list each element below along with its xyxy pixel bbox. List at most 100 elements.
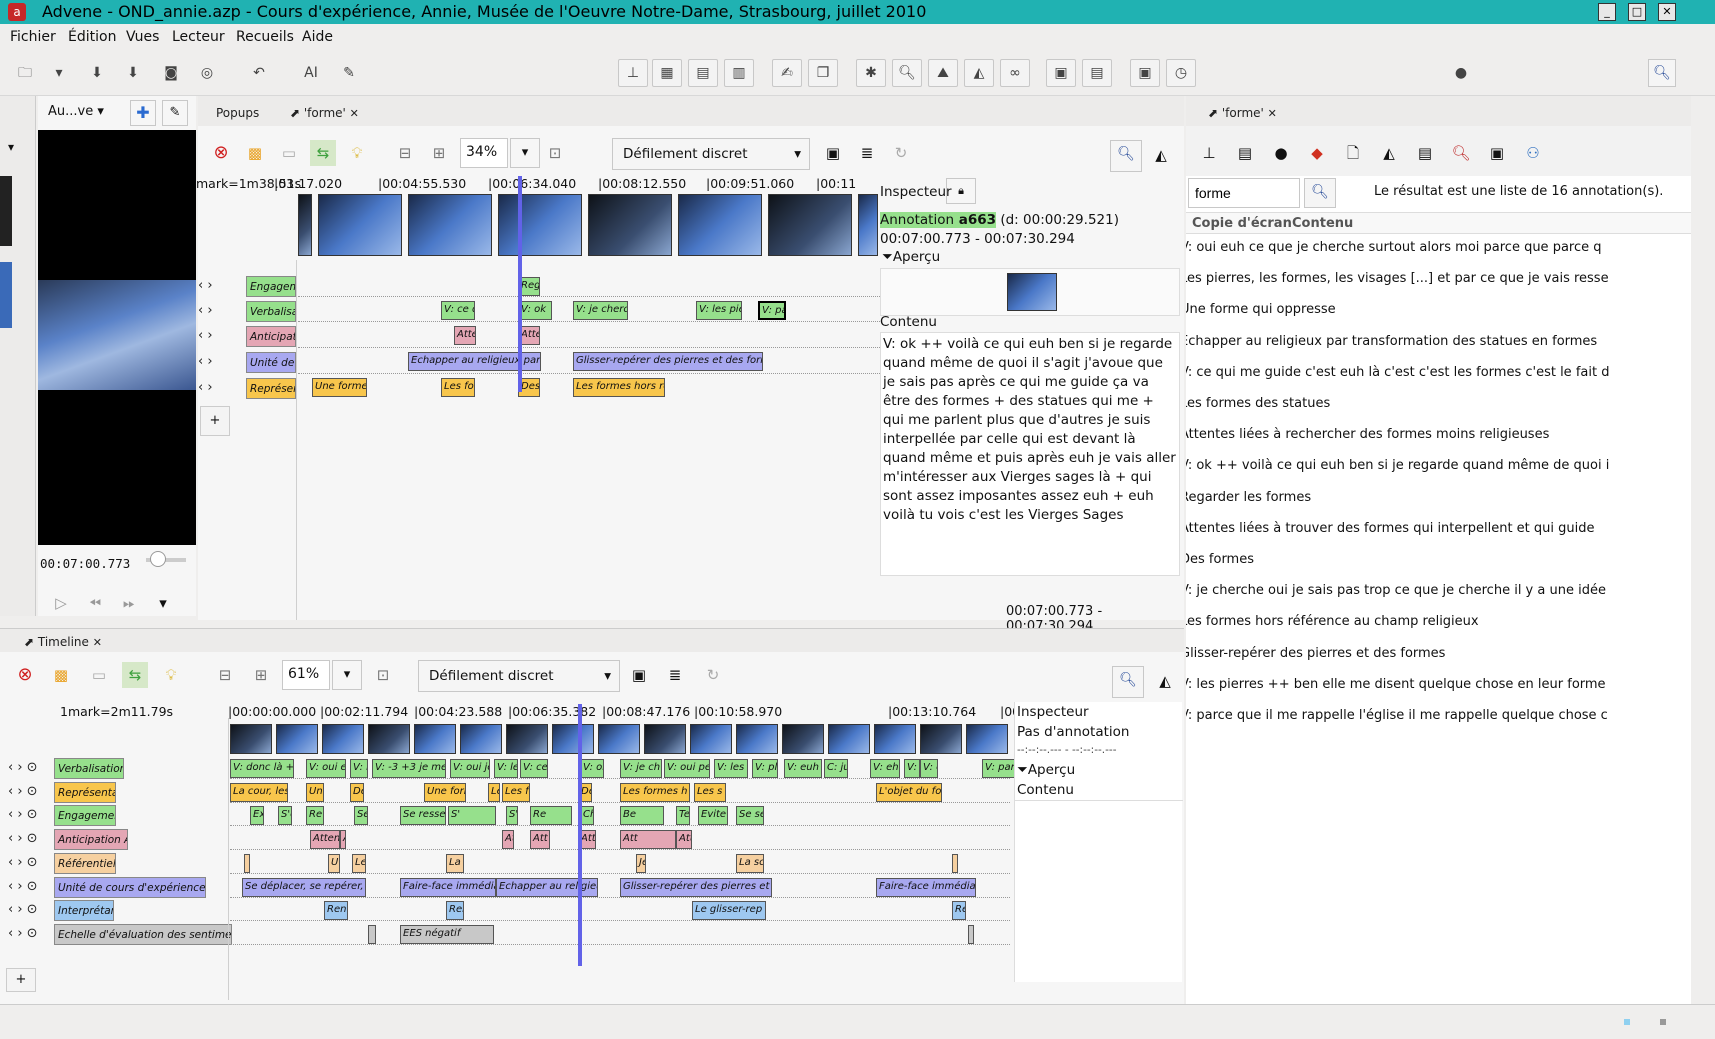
chevron-down-icon[interactable]: ▾: [510, 138, 540, 168]
row-label[interactable]: Anticipation A: [54, 829, 128, 851]
annotation[interactable]: Rer: [446, 901, 464, 921]
edit-view-icon[interactable]: ✎: [162, 100, 188, 126]
row-label[interactable]: Anticipati: [246, 326, 296, 347]
loop-icon[interactable]: ⇆: [122, 662, 148, 688]
video-player[interactable]: [38, 130, 196, 545]
annotation[interactable]: Cherche: [580, 806, 594, 826]
add-row-button[interactable]: +: [6, 968, 36, 992]
annotation[interactable]: V: ce q: [441, 301, 475, 320]
list-item[interactable]: Attentes liées à trouver des formes qui …: [1186, 515, 1595, 545]
python-icon[interactable]: ⚇: [1520, 140, 1546, 166]
col-content[interactable]: Contenu: [1292, 216, 1353, 231]
annotation[interactable]: V: oui pe: [664, 759, 710, 778]
book-icon[interactable]: ❐: [808, 59, 838, 87]
content-textarea[interactable]: V: ok ++ voilà ce qui euh ben si je rega…: [880, 332, 1180, 576]
row-label[interactable]: Verbalisations: [54, 758, 124, 779]
view-selector[interactable]: Au...ve ▾: [48, 104, 104, 119]
annotation-marker[interactable]: [968, 924, 974, 944]
zoom-in-icon[interactable]: ⊞: [248, 662, 274, 688]
menu-fichier[interactable]: Fichier: [10, 29, 56, 45]
screenshot-icon[interactable]: ▣: [626, 662, 652, 688]
transcription-icon[interactable]: ▤: [688, 59, 718, 87]
close-tab-icon[interactable]: ✕: [1268, 107, 1277, 120]
rectangle-icon[interactable]: ▭: [86, 662, 112, 688]
annotation[interactable]: Ren: [324, 901, 348, 921]
zoom-field[interactable]: 61%: [282, 660, 330, 690]
annotation[interactable]: Echapper au religieu: [496, 877, 598, 897]
apercu-toggle[interactable]: ⏷Aperçu: [882, 249, 940, 265]
annotation[interactable]: U: [328, 853, 340, 873]
split-icon[interactable]: ◭: [1152, 668, 1178, 694]
menu-recueils[interactable]: Recueils: [236, 29, 294, 45]
zoom-field[interactable]: 34%: [460, 138, 508, 168]
list-item[interactable]: Glisser-repérer des pierres et des forme…: [1186, 640, 1540, 670]
annotation[interactable]: Le glisser-rep: [692, 901, 766, 921]
annotation[interactable]: V: pl: [752, 759, 778, 778]
annotation[interactable]: Be: [620, 806, 664, 826]
zoom-out-icon[interactable]: ⊟: [212, 662, 238, 688]
row-arrows[interactable]: ‹ › ⊙: [8, 831, 38, 846]
row-arrows[interactable]: ‹ ›: [198, 303, 213, 318]
row-arrows[interactable]: ‹ › ⊙: [8, 760, 38, 775]
open-folder-icon[interactable]: 🗀: [10, 59, 40, 87]
document-icon[interactable]: ▤: [1082, 59, 1112, 87]
annotation[interactable]: Les formes hors re: [573, 378, 665, 397]
list-item[interactable]: Les formes hors référence au champ relig…: [1186, 608, 1540, 638]
annotation[interactable]: At: [340, 830, 346, 850]
annotation[interactable]: Re: [306, 806, 324, 826]
scroll-mode-select[interactable]: Défilement discret ▾: [418, 660, 620, 692]
row-label[interactable]: Représentamen R: [54, 781, 116, 803]
montage-icon[interactable]: ⛰: [928, 59, 958, 87]
list-item[interactable]: Attentes liées à rechercher des formes m…: [1186, 421, 1549, 451]
annotation[interactable]: V: je ch: [620, 759, 662, 778]
tab-popups[interactable]: Popups: [216, 106, 259, 120]
compare-icon[interactable]: ◭: [1376, 140, 1402, 166]
list-item[interactable]: V: les pierres ++ ben elle me disent que…: [1186, 671, 1606, 701]
refresh-icon[interactable]: ↻: [700, 662, 726, 688]
annotation[interactable]: La cour, les: [230, 782, 288, 802]
palette-icon[interactable]: ▩: [48, 662, 74, 688]
annotation[interactable]: Le: [352, 853, 366, 873]
row-label[interactable]: Représent: [246, 378, 296, 399]
row-label[interactable]: Unité de c: [246, 352, 296, 373]
export-icon[interactable]: ▣: [1484, 140, 1510, 166]
row-label[interactable]: Verbalisat: [246, 301, 296, 322]
annotation[interactable]: V: C: [904, 759, 920, 778]
minimize-icon[interactable]: _: [1598, 3, 1616, 21]
rectangle-icon[interactable]: ▭: [276, 140, 302, 166]
row-arrows[interactable]: ‹ ›: [198, 354, 213, 369]
annotation[interactable]: Faire-face immédia: [400, 877, 496, 897]
annotation[interactable]: Re: [952, 901, 966, 921]
inspector-search-button[interactable]: 🔍︎: [1110, 140, 1142, 172]
tab-forme[interactable]: ⬈ 'forme' ✕: [290, 106, 359, 120]
add-row-button[interactable]: +: [200, 406, 230, 436]
tab-timeline[interactable]: ⬈ Timeline ✕: [24, 635, 102, 649]
transcription-icon[interactable]: ▤: [1232, 140, 1258, 166]
content-area[interactable]: [1015, 800, 1183, 980]
scroll-mode-select[interactable]: Défilement discret ▾: [612, 138, 810, 170]
chevron-down-icon[interactable]: ▾: [332, 660, 362, 690]
list-item[interactable]: Une forme qui oppresse: [1186, 296, 1540, 326]
annotation[interactable]: V: par: [982, 759, 1016, 778]
timeline-view-icon[interactable]: ⊥: [1196, 140, 1222, 166]
annotation[interactable]: Les formes h: [620, 782, 690, 802]
annotation[interactable]: V: eh: [870, 759, 900, 778]
annotation[interactable]: V: oui eu: [306, 759, 346, 778]
menu-vues[interactable]: Vues: [126, 29, 159, 45]
annotation[interactable]: Je: [636, 853, 646, 873]
annotation[interactable]: Re: [530, 806, 572, 826]
row-arrows[interactable]: ‹ › ⊙: [8, 784, 38, 799]
annotation[interactable]: V: les pie: [696, 301, 742, 320]
screenshot-icon[interactable]: ▣: [820, 140, 846, 166]
clock-icon[interactable]: ◷: [1166, 59, 1196, 87]
fit-icon[interactable]: ⊡: [370, 662, 396, 688]
annotation[interactable]: L'objet du fo: [876, 782, 942, 802]
annotation[interactable]: V: oui je: [450, 759, 490, 778]
list-item[interactable]: V: ce qui me guide c'est euh là c'est c'…: [1186, 359, 1609, 389]
list-item[interactable]: Echapper au religieux par transformation…: [1186, 328, 1597, 358]
forward-icon[interactable]: ⏩︎: [116, 590, 142, 616]
annotation[interactable]: Evite: [698, 806, 728, 826]
list-item[interactable]: Les pierres, les formes, les visages [..…: [1186, 265, 1609, 295]
zoom-in-icon[interactable]: ⊞: [426, 140, 452, 166]
annotation[interactable]: Faire-face immédia: [876, 877, 976, 897]
